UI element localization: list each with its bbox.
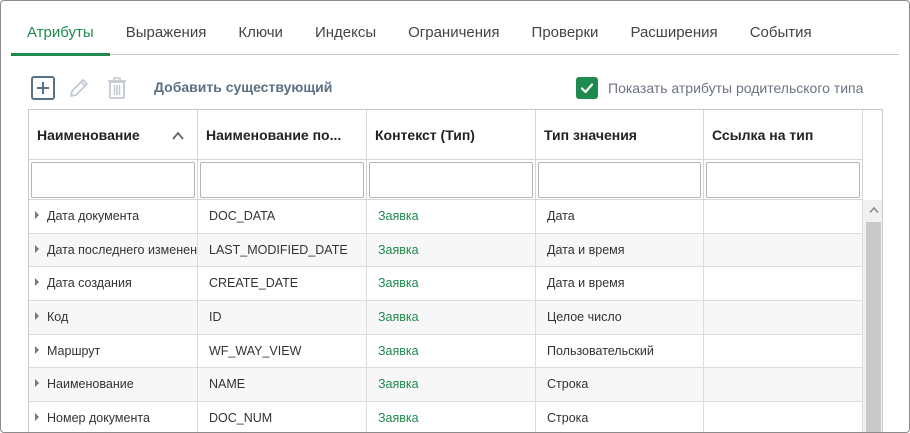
cell-value-type: Целое число [536, 301, 704, 334]
table-row[interactable]: Дата последнего изменения LAST_MODIFIED_… [29, 233, 863, 268]
tab-events[interactable]: События [734, 1, 828, 55]
cell-value-type: Строка [536, 368, 704, 402]
filter-code-input[interactable] [200, 162, 364, 198]
cell-type-ref [704, 267, 863, 301]
edit-button[interactable] [65, 74, 93, 102]
cell-name: Код [47, 310, 69, 325]
table-row[interactable]: Номер документа DOC_NUM Заявка Строка [29, 402, 863, 432]
cell-context-link[interactable]: Заявка [367, 200, 536, 233]
grid-header: Наименование Наименование по... Контекст… [29, 110, 863, 160]
add-button[interactable] [29, 74, 57, 102]
cell-context-link[interactable]: Заявка [367, 233, 536, 267]
add-existing-button[interactable]: Добавить существующий [154, 79, 332, 95]
column-header-value-type[interactable]: Тип значения [536, 110, 704, 160]
column-header-name[interactable]: Наименование [29, 110, 198, 160]
column-header-label: Наименование [37, 127, 140, 143]
cell-name: Дата последнего изменения [47, 242, 198, 257]
expand-arrow-icon[interactable] [35, 244, 39, 253]
cell-value-type: Пользовательский [536, 334, 704, 368]
filter-value-type-input[interactable] [538, 162, 701, 198]
tab-extensions[interactable]: Расширения [614, 1, 733, 55]
chevron-up-icon[interactable] [171, 110, 185, 160]
cell-name: Дата создания [47, 276, 132, 291]
expand-arrow-icon[interactable] [35, 345, 39, 354]
cell-code: DOC_NUM [198, 402, 367, 432]
cell-context-link[interactable]: Заявка [367, 301, 536, 334]
tab-indexes[interactable]: Индексы [299, 1, 392, 55]
table-row[interactable]: Дата документа DOC_DATA Заявка Дата [29, 200, 863, 234]
cell-code: CREATE_DATE [198, 267, 367, 301]
cell-type-ref [704, 368, 863, 402]
filter-name-input[interactable] [31, 162, 195, 198]
filter-row [29, 160, 863, 200]
grid-body: Дата документа DOC_DATA Заявка Дата Дата… [29, 200, 863, 432]
pencil-icon [70, 79, 88, 97]
cell-type-ref [704, 402, 863, 432]
attributes-panel: Атрибуты Выражения Ключи Индексы Огранич… [0, 0, 910, 433]
checkmark-icon [580, 83, 594, 94]
trash-icon [108, 77, 126, 99]
column-header-type-ref[interactable]: Ссылка на тип [704, 110, 863, 160]
plus-square-icon [31, 76, 55, 100]
scrollbar-thumb[interactable] [866, 222, 881, 432]
table-row[interactable]: Дата создания CREATE_DATE Заявка Дата и … [29, 267, 863, 302]
cell-value-type: Дата [536, 200, 704, 233]
tab-checks[interactable]: Проверки [516, 1, 615, 55]
cell-code: NAME [198, 368, 367, 402]
cell-name: Маршрут [47, 343, 101, 358]
cell-name: Номер документа [47, 411, 150, 426]
cell-name: Дата документа [47, 209, 140, 223]
cell-value-type: Дата и время [536, 233, 704, 267]
vertical-scrollbar[interactable] [862, 200, 882, 432]
table-row[interactable]: Маршрут WF_WAY_VIEW Заявка Пользовательс… [29, 334, 863, 369]
cell-name: Наименование [47, 377, 134, 392]
filter-type-ref-input[interactable] [706, 162, 860, 198]
expand-arrow-icon[interactable] [35, 278, 39, 287]
cell-type-ref [704, 200, 863, 233]
cell-code: LAST_MODIFIED_DATE [198, 233, 367, 267]
tab-attributes[interactable]: Атрибуты [11, 1, 110, 56]
expand-arrow-icon[interactable] [35, 379, 39, 388]
expand-arrow-icon[interactable] [35, 211, 39, 219]
cell-context-link[interactable]: Заявка [367, 368, 536, 402]
tab-constraints[interactable]: Ограничения [392, 1, 515, 55]
delete-button[interactable] [103, 74, 131, 102]
table-row[interactable]: Наименование NAME Заявка Строка [29, 368, 863, 403]
tab-expressions[interactable]: Выражения [110, 1, 223, 55]
scroll-up-button[interactable] [863, 200, 882, 220]
expand-arrow-icon[interactable] [35, 312, 39, 321]
tab-keys[interactable]: Ключи [222, 1, 299, 55]
cell-context-link[interactable]: Заявка [367, 334, 536, 368]
cell-value-type: Строка [536, 402, 704, 432]
header-scroll-gap [862, 110, 882, 200]
table-row[interactable]: Код ID Заявка Целое число [29, 301, 863, 335]
attributes-grid: Наименование Наименование по... Контекст… [28, 109, 883, 432]
cell-code: DOC_DATA [198, 200, 367, 233]
tab-bar: Атрибуты Выражения Ключи Индексы Огранич… [11, 1, 899, 56]
column-header-code[interactable]: Наименование по... [198, 110, 367, 160]
show-parent-label[interactable]: Показать атрибуты родительского типа [608, 80, 863, 96]
toolbar: Добавить существующий Показать атрибуты … [29, 74, 889, 104]
show-parent-checkbox[interactable] [576, 77, 598, 99]
cell-code: WF_WAY_VIEW [198, 334, 367, 368]
cell-code: ID [198, 301, 367, 334]
expand-arrow-icon[interactable] [35, 413, 39, 422]
chevron-up-icon [868, 206, 879, 213]
cell-type-ref [704, 301, 863, 334]
filter-context-input[interactable] [369, 162, 533, 198]
cell-type-ref [704, 334, 863, 368]
cell-context-link[interactable]: Заявка [367, 267, 536, 301]
cell-type-ref [704, 233, 863, 267]
cell-context-link[interactable]: Заявка [367, 402, 536, 432]
cell-value-type: Дата и время [536, 267, 704, 301]
column-header-context[interactable]: Контекст (Тип) [367, 110, 536, 160]
